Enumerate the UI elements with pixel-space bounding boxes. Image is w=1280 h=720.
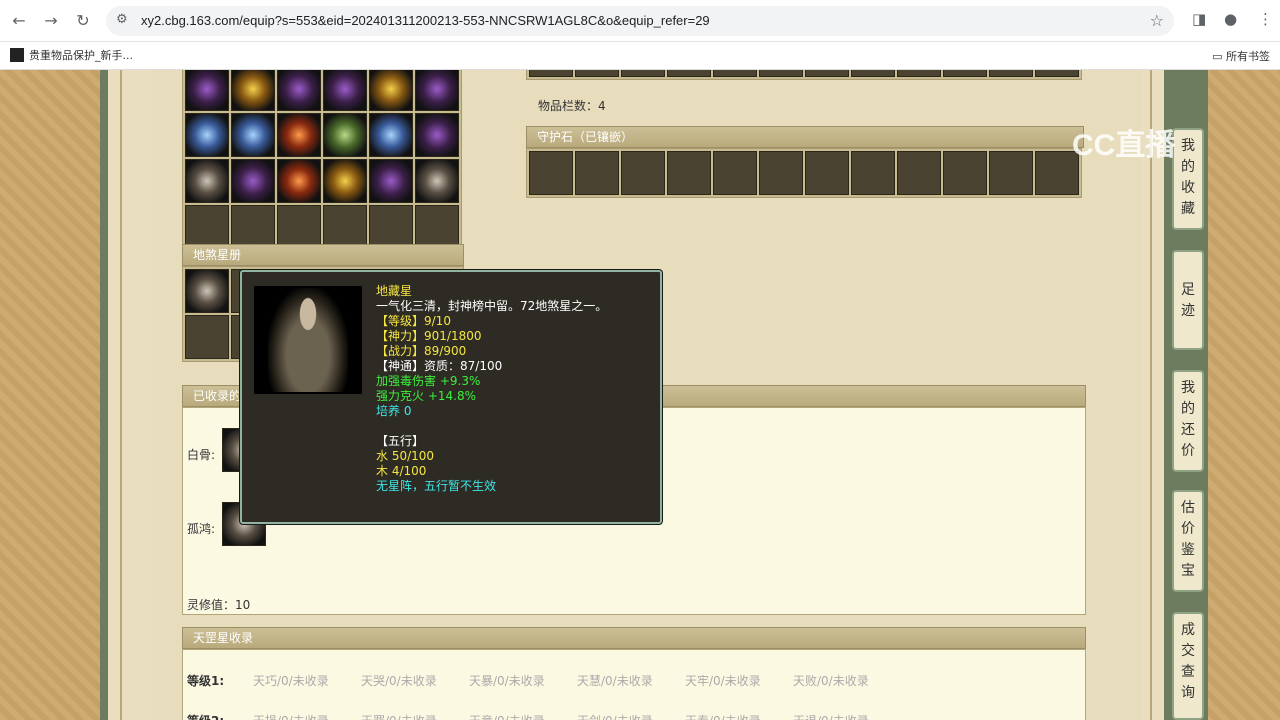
profile-icon[interactable]: ● bbox=[1224, 10, 1237, 28]
star-shentong: 【神通】资质：87/100 bbox=[376, 359, 503, 373]
star-shenli: 【神力】901/1800 bbox=[376, 329, 482, 343]
guard-stone-slots bbox=[526, 148, 1082, 198]
menu-icon[interactable]: ⋮ bbox=[1258, 10, 1273, 28]
url-text[interactable]: xy2.cbg.163.com/equip?s=553&eid=20240131… bbox=[141, 13, 710, 28]
star-status: 天牢/0/未收录 bbox=[685, 674, 761, 688]
item-slot[interactable] bbox=[369, 159, 413, 203]
appraise-tab[interactable]: 估价鉴宝 bbox=[1172, 490, 1204, 592]
star-status: 天退/0/未收录 bbox=[793, 712, 869, 720]
item-slot[interactable] bbox=[415, 159, 459, 203]
top-slot-bar bbox=[526, 70, 1082, 80]
star-status: 天罪/0/未收录 bbox=[361, 712, 437, 720]
folder-icon: ▭ bbox=[1212, 50, 1226, 63]
stone-slot[interactable] bbox=[851, 151, 895, 195]
browser-toolbar: ← → ↻ ⚙ xy2.cbg.163.com/equip?s=553&eid=… bbox=[0, 0, 1280, 42]
star-desc: 一气化三清，封神榜中留。72地煞星之一。 bbox=[376, 299, 608, 313]
item-slot[interactable] bbox=[415, 70, 459, 111]
item-count-label: 物品栏数：4 bbox=[538, 99, 606, 113]
stone-slot[interactable] bbox=[575, 151, 619, 195]
deals-tab[interactable]: 成交查询 bbox=[1172, 612, 1204, 720]
watermark: CC直播 bbox=[1072, 129, 1176, 162]
empty-slot[interactable] bbox=[415, 205, 459, 249]
stone-slot[interactable] bbox=[805, 151, 849, 195]
bookmarks-bar: 贵重物品保护_新手... ▭ 所有书签 bbox=[0, 42, 1280, 70]
page: 物品栏数：4 守护石（已镶嵌） 地煞星册 已收录的 白骨: 孤鸿: 灵修值：10… bbox=[0, 70, 1280, 720]
level-label: 等级2: bbox=[187, 712, 224, 720]
forward-icon[interactable]: → bbox=[40, 10, 62, 32]
tiangang-header: 天罡星收录 bbox=[182, 627, 1086, 649]
bookmark-star-icon[interactable]: ☆ bbox=[1150, 11, 1164, 30]
stone-slot[interactable] bbox=[759, 151, 803, 195]
star-attr: 强力克火 +14.8% bbox=[376, 389, 476, 403]
star-status: 天巧/0/未收录 bbox=[253, 674, 329, 688]
item-slot[interactable] bbox=[231, 113, 275, 157]
stone-slot[interactable] bbox=[943, 151, 987, 195]
item-slot[interactable] bbox=[369, 70, 413, 111]
item-slot[interactable] bbox=[277, 159, 321, 203]
item-slot[interactable] bbox=[323, 113, 367, 157]
star-zhanli: 【战力】89/900 bbox=[376, 344, 467, 358]
collected-row-label: 孤鸿: bbox=[187, 522, 216, 536]
star-status: 天败/0/未收录 bbox=[793, 674, 869, 688]
collected-row-label: 白骨: bbox=[187, 448, 216, 462]
star-status: 天寿/0/未收录 bbox=[685, 712, 761, 720]
sidepanel-icon[interactable]: ◨ bbox=[1192, 10, 1206, 28]
dishaxing-header: 地煞星册 bbox=[182, 244, 464, 266]
item-slot[interactable] bbox=[277, 70, 321, 111]
item-slot[interactable] bbox=[231, 159, 275, 203]
bookmark-item[interactable]: 贵重物品保护_新手... bbox=[10, 47, 133, 63]
star-name: 地藏星 bbox=[376, 284, 413, 298]
favicon-icon bbox=[10, 48, 24, 62]
star-status: 天损/0/未收录 bbox=[253, 712, 329, 720]
my-bargain-tab[interactable]: 我的还价 bbox=[1172, 370, 1204, 472]
back-icon[interactable]: ← bbox=[8, 10, 30, 32]
stone-slot[interactable] bbox=[713, 151, 757, 195]
empty-slot[interactable] bbox=[323, 205, 367, 249]
all-bookmarks-button[interactable]: ▭ 所有书签 bbox=[1212, 48, 1270, 64]
stone-slot[interactable] bbox=[897, 151, 941, 195]
my-collection-tab[interactable]: 我的收藏 bbox=[1172, 128, 1204, 230]
wuxing-water: 水 50/100 bbox=[376, 449, 435, 463]
stone-slot[interactable] bbox=[989, 151, 1033, 195]
footprint-tab[interactable]: 足迹 bbox=[1172, 250, 1204, 350]
item-slot[interactable] bbox=[277, 113, 321, 157]
stone-slot[interactable] bbox=[529, 151, 573, 195]
star-tooltip: 地藏星 一气化三清，封神榜中留。72地煞星之一。 【等级】9/10 【神力】90… bbox=[240, 270, 662, 524]
item-slot[interactable] bbox=[231, 70, 275, 111]
level-label: 等级1: bbox=[187, 674, 225, 688]
wuxing-title: 【五行】 bbox=[376, 434, 425, 448]
star-portrait bbox=[254, 286, 362, 394]
wuxing-wood: 木 4/100 bbox=[376, 464, 427, 478]
star-status: 天暴/0/未收录 bbox=[469, 674, 545, 688]
item-grid bbox=[182, 70, 462, 252]
address-bar[interactable]: ⚙ xy2.cbg.163.com/equip?s=553&eid=202401… bbox=[106, 6, 1174, 36]
item-slot[interactable] bbox=[185, 70, 229, 111]
empty-slot[interactable] bbox=[277, 205, 321, 249]
star-status: 天慧/0/未收录 bbox=[577, 674, 653, 688]
star-level: 【等级】9/10 bbox=[376, 314, 451, 328]
empty-slot[interactable] bbox=[185, 205, 229, 249]
xingzhen-status: 无星阵，五行暂不生效 bbox=[376, 479, 497, 493]
reload-icon[interactable]: ↻ bbox=[72, 10, 94, 32]
item-slot[interactable] bbox=[369, 113, 413, 157]
stone-slot[interactable] bbox=[621, 151, 665, 195]
empty-slot[interactable] bbox=[231, 205, 275, 249]
guard-stone-header: 守护石（已镶嵌） bbox=[526, 126, 1084, 148]
site-info-icon[interactable]: ⚙ bbox=[116, 12, 128, 27]
lingxiu-label: 灵修值：10 bbox=[187, 598, 251, 612]
star-attr: 加强毒伤害 +9.3% bbox=[376, 374, 481, 388]
star-status: 天竟/0/未收录 bbox=[469, 712, 545, 720]
star-card-slot[interactable] bbox=[185, 269, 229, 313]
item-slot[interactable] bbox=[185, 159, 229, 203]
empty-slot[interactable] bbox=[369, 205, 413, 249]
star-status: 天剑/0/未收录 bbox=[577, 712, 653, 720]
stone-slot[interactable] bbox=[667, 151, 711, 195]
star-peiyang: 培养 0 bbox=[376, 404, 412, 418]
item-slot[interactable] bbox=[323, 70, 367, 111]
item-slot[interactable] bbox=[323, 159, 367, 203]
item-slot[interactable] bbox=[415, 113, 459, 157]
star-status: 天哭/0/未收录 bbox=[361, 674, 437, 688]
item-slot[interactable] bbox=[185, 113, 229, 157]
